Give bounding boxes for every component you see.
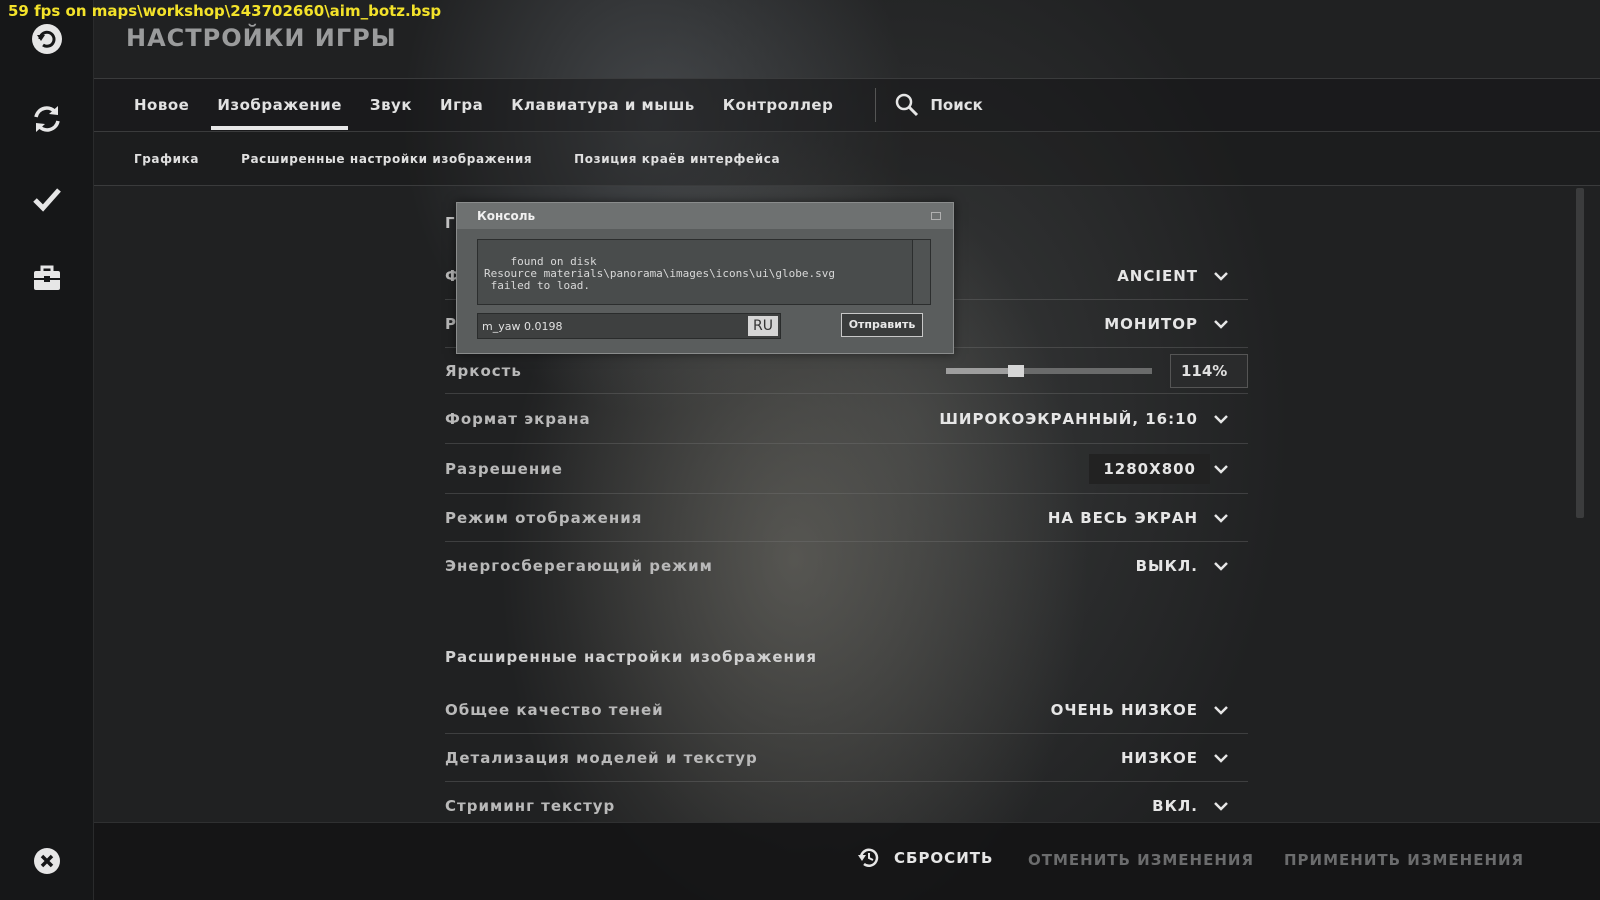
cancel-changes-button[interactable]: ОТМЕНИТЬ ИЗМЕНЕНИЯ <box>1028 851 1254 869</box>
setting-value[interactable]: ВКЛ. <box>1152 797 1248 815</box>
setting-value[interactable]: ANCIENT <box>1117 267 1248 285</box>
setting-value[interactable]: ВЫКЛ. <box>1136 557 1248 575</box>
console-log-scrollbar[interactable] <box>912 240 930 304</box>
setting-value-text: ШИРОКОЭКРАННЫЙ, 16:10 <box>939 409 1198 428</box>
chevron-down-icon <box>1214 802 1228 811</box>
chevron-down-icon <box>1214 753 1228 763</box>
setting-value-text: ВКЛ. <box>1152 797 1198 815</box>
refresh-icon <box>34 106 60 132</box>
tab-separator <box>875 88 877 122</box>
chevron-down-icon <box>1214 513 1228 523</box>
tab-keyboard-mouse[interactable]: Клавиатура и мышь <box>497 78 709 132</box>
console-log: found on disk Resource materials\panoram… <box>477 239 931 305</box>
back-icon <box>32 24 62 54</box>
subtab-hud-edge-position[interactable]: Позиция краёв интерфейса <box>574 152 780 166</box>
setting-row-display-mode[interactable]: Режим отображения НА ВЕСЬ ЭКРАН <box>445 494 1248 542</box>
chevron-down-icon <box>1214 705 1228 715</box>
reset-label: СБРОСИТЬ <box>894 849 994 867</box>
subtab-advanced-video[interactable]: Расширенные настройки изображения <box>241 152 532 166</box>
chevron-down-icon <box>1214 271 1228 281</box>
tab-new[interactable]: Новое <box>120 78 203 132</box>
check-icon <box>33 188 61 212</box>
setting-value[interactable]: ШИРОКОЭКРАННЫЙ, 16:10 <box>939 410 1248 428</box>
left-rail <box>0 0 94 900</box>
brightness-slider[interactable] <box>946 364 1152 377</box>
apply-changes-button[interactable]: ПРИМЕНИТЬ ИЗМЕНЕНИЯ <box>1284 851 1524 869</box>
console-language-indicator: RU <box>748 316 778 336</box>
subtab-graphics[interactable]: Графика <box>134 152 199 166</box>
chevron-down-icon <box>1214 562 1228 571</box>
setting-row-model-texture-detail[interactable]: Детализация моделей и текстур НИЗКОЕ <box>445 734 1248 782</box>
tab-game[interactable]: Игра <box>426 78 497 132</box>
setting-row-resolution[interactable]: Разрешение 1280X800 <box>445 444 1248 494</box>
brightness-label: Яркость <box>445 361 522 380</box>
setting-value[interactable]: МОНИТОР <box>1104 315 1248 333</box>
main-tabs: Новое Изображение Звук Игра Клавиатура и… <box>94 78 1600 132</box>
setting-value[interactable]: ОЧЕНЬ НИЗКОЕ <box>1051 701 1248 719</box>
setting-label: Энергосберегающий режим <box>445 557 713 575</box>
brightness-value-field[interactable]: 114% <box>1170 353 1248 388</box>
quit-button[interactable] <box>24 838 70 884</box>
setting-value-text: ОЧЕНЬ НИЗКОЕ <box>1050 700 1198 719</box>
fps-overlay: 59 fps on maps\workshop\243702660\aim_bo… <box>8 2 442 20</box>
console-title: Консоль <box>477 209 536 223</box>
tab-audio[interactable]: Звук <box>356 78 426 132</box>
settings-scrollbar[interactable] <box>1576 188 1584 518</box>
setting-value[interactable]: НИЗКОЕ <box>1121 749 1248 767</box>
brightness-slider-thumb[interactable] <box>1008 364 1025 377</box>
refresh-button[interactable] <box>24 96 70 142</box>
setting-value-text: 1280X800 <box>1089 453 1210 484</box>
chevron-down-icon <box>1214 414 1228 424</box>
setting-value-text: НА ВЕСЬ ЭКРАН <box>1047 508 1198 527</box>
briefcase-icon <box>34 265 60 290</box>
search-label: Поиск <box>930 96 983 114</box>
setting-value-text: ВЫКЛ. <box>1135 557 1198 575</box>
brightness-control: 114% <box>946 353 1248 388</box>
console-titlebar[interactable]: Консоль <box>457 203 953 229</box>
setting-value-text: НИЗКОЕ <box>1120 748 1198 767</box>
setting-label: Стриминг текстур <box>445 797 616 815</box>
setting-row-power-saving[interactable]: Энергосберегающий режим ВЫКЛ. <box>445 542 1248 590</box>
chevron-down-icon <box>1214 319 1228 329</box>
search-icon <box>896 93 919 117</box>
setting-label: Разрешение <box>445 459 563 478</box>
setting-value-text: ANCIENT <box>1117 266 1198 285</box>
setting-value-text: МОНИТОР <box>1104 314 1198 333</box>
setting-row-shadow-quality[interactable]: Общее качество теней ОЧЕНЬ НИЗКОЕ <box>445 686 1248 734</box>
search-button[interactable]: Поиск <box>894 92 983 118</box>
chevron-down-icon <box>1214 464 1228 474</box>
setting-label: Общее качество теней <box>445 700 664 719</box>
section-title-advanced: Расширенные настройки изображения <box>445 648 818 666</box>
console-input[interactable]: m_yaw 0.0198 RU <box>477 313 781 339</box>
console-input-value: m_yaw 0.0198 <box>482 320 563 333</box>
reset-button[interactable]: СБРОСИТЬ <box>856 845 993 871</box>
setting-label: Режим отображения <box>445 508 643 527</box>
inventory-button[interactable] <box>24 256 70 302</box>
console-log-text: found on disk Resource materials\panoram… <box>484 255 835 292</box>
reset-icon <box>858 848 879 867</box>
setting-value[interactable]: 1280X800 <box>1089 453 1248 484</box>
confirm-button[interactable] <box>24 176 70 222</box>
console-window[interactable]: Консоль found on disk Resource materials… <box>456 202 954 354</box>
setting-label: Детализация моделей и текстур <box>445 748 758 767</box>
sub-tabs: Графика Расширенные настройки изображени… <box>94 132 1600 186</box>
tab-video[interactable]: Изображение <box>203 78 356 132</box>
footer-bar: СБРОСИТЬ ОТМЕНИТЬ ИЗМЕНЕНИЯ ПРИМЕНИТЬ ИЗ… <box>94 822 1600 900</box>
tab-controller[interactable]: Контроллер <box>709 78 848 132</box>
setting-row-brightness: Яркость 114% <box>445 348 1248 394</box>
brightness-slider-fill <box>946 367 1017 374</box>
console-send-button[interactable]: Отправить <box>841 313 923 337</box>
setting-row-aspect-ratio[interactable]: Формат экрана ШИРОКОЭКРАННЫЙ, 16:10 <box>445 394 1248 444</box>
back-button[interactable] <box>24 16 70 62</box>
console-close-button[interactable] <box>931 212 941 220</box>
page-title: НАСТРОЙКИ ИГРЫ <box>126 24 397 52</box>
close-icon <box>34 848 60 874</box>
hidden-section-title-peek: Г <box>445 214 455 232</box>
setting-value[interactable]: НА ВЕСЬ ЭКРАН <box>1048 509 1248 527</box>
setting-label: Формат экрана <box>445 409 591 428</box>
